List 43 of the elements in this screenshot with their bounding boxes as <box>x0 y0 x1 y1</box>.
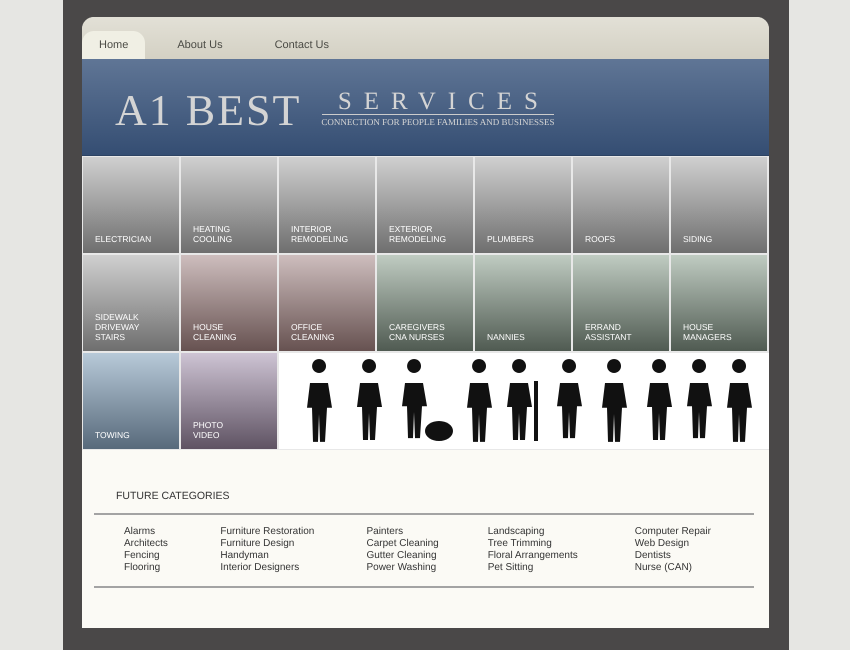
site-title: A1 BEST <box>115 84 302 136</box>
tagline: CONNECTION FOR PEOPLE FAMILIES AND BUSINESSES <box>321 116 554 126</box>
category-name: Gutter Cleaning <box>366 550 438 562</box>
category-tile[interactable]: HOUSE CLEANING <box>181 255 277 351</box>
category-name: Fencing <box>124 550 161 562</box>
category-tile[interactable]: OFFICE CLEANING <box>279 255 375 351</box>
category-tile[interactable]: HOUSE MANAGERS <box>671 255 767 351</box>
nav-tab[interactable]: About Us <box>159 31 243 59</box>
category-tile[interactable]: HEATING COOLING <box>181 157 277 253</box>
site-subtitle: SERVICES <box>322 90 554 114</box>
category-name: Alarms <box>124 526 156 538</box>
category-name: Handyman <box>220 550 270 562</box>
category-name: Web Design <box>634 538 690 550</box>
category-tile[interactable]: NANNIES <box>475 255 571 351</box>
category-name: Pet Sitting <box>488 562 534 574</box>
category-name: Furniture Design <box>220 538 296 550</box>
category-tile[interactable]: TOWING <box>83 353 179 449</box>
category-name: Power Washing <box>366 562 438 574</box>
nav-tab[interactable]: Home <box>82 31 146 59</box>
category-name: Architects <box>124 538 169 550</box>
category-name: Dentists <box>634 550 672 562</box>
category-tile[interactable]: PHOTO VIDEO <box>181 353 277 449</box>
category-name: Tree Trimming <box>488 538 553 550</box>
category-tile[interactable]: SIDEWALK DRIVEWAY STAIRS <box>83 255 179 351</box>
section-heading: FUTURE CATEGORIES <box>116 490 231 502</box>
category-tile[interactable]: ERRAND ASSISTANT <box>573 255 669 351</box>
category-name: Floral Arrangements <box>488 550 579 562</box>
category-tile[interactable]: SIDING <box>671 157 767 253</box>
category-tile[interactable]: EXTERIOR REMODELING <box>377 157 473 253</box>
category-name: Landscaping <box>488 526 546 538</box>
category-tile[interactable]: PLUMBERS <box>475 157 571 253</box>
category-name: Computer Repair <box>634 526 712 538</box>
category-tile[interactable]: ROOFS <box>573 157 669 253</box>
category-name: Furniture Restoration <box>220 526 316 538</box>
category-name: Carpet Cleaning <box>366 538 440 550</box>
category-tile[interactable]: INTERIOR REMODELING <box>279 157 375 253</box>
category-name: Interior Designers <box>220 562 300 574</box>
nav-tab[interactable]: Contact Us <box>256 31 350 59</box>
category-name: Nurse (CAN) <box>634 562 693 574</box>
category-tile[interactable]: ELECTRICIAN <box>83 157 179 253</box>
category-name: Painters <box>366 526 404 538</box>
category-name: Flooring <box>124 562 162 574</box>
category-tile[interactable]: CAREGIVERS CNA NURSES <box>377 255 473 351</box>
